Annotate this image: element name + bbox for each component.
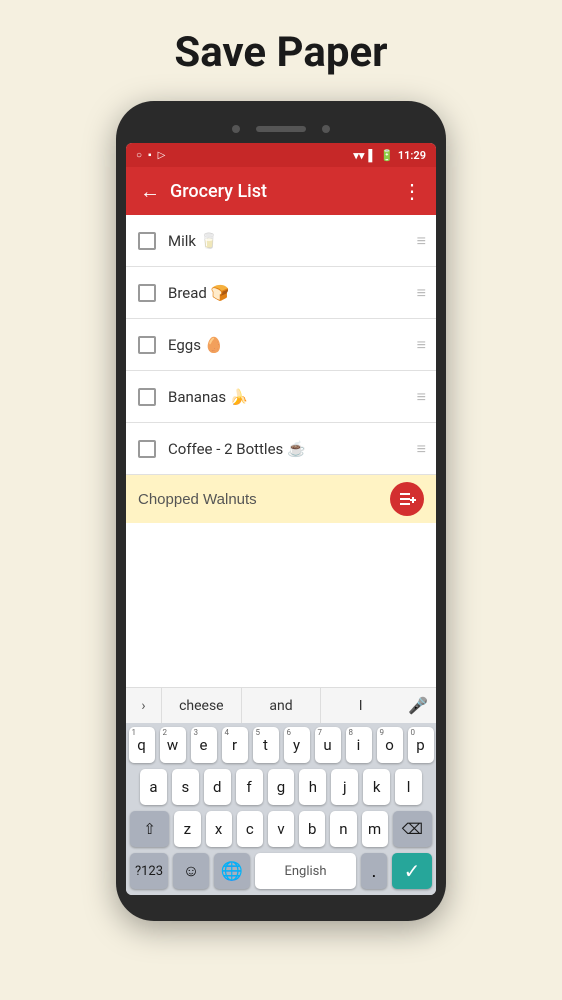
item-label-bananas: Bananas 🍌 [168,388,417,406]
emoji-key[interactable]: ☺ [173,853,209,889]
app-bar: ← Grocery List ⋮ [126,167,436,215]
item-label-eggs: Eggs 🥚 [168,336,417,354]
page-title: Save Paper [174,28,387,77]
key-u[interactable]: 7u [315,727,341,763]
list-item: Bread 🍞 ≡ [126,267,436,319]
status-left: ○ ▪ ▷ [136,150,165,161]
status-time: 11:29 [398,149,426,162]
key-f[interactable]: f [236,769,263,805]
keyboard-row-4: ?123 ☺ 🌐 English . ✓ [126,849,436,895]
symbols-key[interactable]: ?123 [130,853,168,889]
item-input[interactable] [138,491,390,508]
key-w[interactable]: 2w [160,727,186,763]
key-s[interactable]: s [172,769,199,805]
suggestion-word-2[interactable]: and [242,688,322,724]
signal-bars-icon: ▌ [368,149,376,162]
period-key[interactable]: . [361,853,387,889]
signal-icon: ○ [136,150,142,161]
checkbox-bananas[interactable] [138,388,156,406]
phone-top-bar [126,115,436,143]
keyboard-row-2: a s d f g h j k l [126,765,436,807]
key-i[interactable]: 8i [346,727,372,763]
checkbox-eggs[interactable] [138,336,156,354]
back-button[interactable]: ← [140,179,160,204]
space-key[interactable]: English [255,853,356,889]
suggestion-word-3[interactable]: I [321,688,400,724]
phone-frame: ○ ▪ ▷ ▾▾ ▌ 🔋 11:29 ← Grocery List ⋮ Mi [116,101,446,921]
key-o[interactable]: 9o [377,727,403,763]
enter-key[interactable]: ✓ [392,853,432,889]
key-x[interactable]: x [206,811,232,847]
globe-key[interactable]: 🌐 [214,853,250,889]
list-item: Eggs 🥚 ≡ [126,319,436,371]
key-m[interactable]: m [362,811,388,847]
sensor-dot [322,125,330,133]
camera-dot [232,125,240,133]
status-bar: ○ ▪ ▷ ▾▾ ▌ 🔋 11:29 [126,143,436,167]
drag-handle-coffee[interactable]: ≡ [417,439,424,459]
battery-small-icon: ▪ [148,150,152,161]
checkbox-coffee[interactable] [138,440,156,458]
drag-handle-bananas[interactable]: ≡ [417,387,424,407]
speaker-bar [256,126,306,132]
status-right: ▾▾ ▌ 🔋 11:29 [353,149,426,162]
key-e[interactable]: 3e [191,727,217,763]
suggestion-expand-button[interactable]: › [126,688,162,724]
key-c[interactable]: c [237,811,263,847]
phone-bottom-bar [126,895,436,907]
suggestion-bar: › cheese and I 🎤 [126,687,436,723]
add-item-button[interactable] [390,482,424,516]
wifi-icon: ▾▾ [353,149,364,162]
backspace-key[interactable]: ⌫ [393,811,432,847]
key-y[interactable]: 6y [284,727,310,763]
suggestion-words: cheese and I [162,688,400,724]
phone-screen: ○ ▪ ▷ ▾▾ ▌ 🔋 11:29 ← Grocery List ⋮ Mi [126,143,436,895]
keyboard-row-1: 1q 2w 3e 4r 5t 6y 7u 8i 9o 0p [126,723,436,765]
play-icon: ▷ [158,150,166,161]
app-bar-title: Grocery List [170,181,267,202]
battery-icon: 🔋 [380,149,394,162]
list-item: Bananas 🍌 ≡ [126,371,436,423]
key-a[interactable]: a [140,769,167,805]
list-item: Milk 🥛 ≡ [126,215,436,267]
app-bar-left: ← Grocery List [140,179,267,204]
shift-key[interactable]: ⇧ [130,811,169,847]
key-l[interactable]: l [395,769,422,805]
keyboard: 1q 2w 3e 4r 5t 6y 7u 8i 9o 0p a s d f g … [126,723,436,895]
key-d[interactable]: d [204,769,231,805]
keyboard-row-3: ⇧ z x c v b n m ⌫ [126,807,436,849]
key-v[interactable]: v [268,811,294,847]
drag-handle-bread[interactable]: ≡ [417,283,424,303]
key-z[interactable]: z [174,811,200,847]
item-label-milk: Milk 🥛 [168,232,417,250]
more-options-button[interactable]: ⋮ [402,179,422,203]
mic-button[interactable]: 🎤 [400,688,436,724]
key-t[interactable]: 5t [253,727,279,763]
key-h[interactable]: h [299,769,326,805]
item-label-bread: Bread 🍞 [168,284,417,302]
key-k[interactable]: k [363,769,390,805]
grocery-list: Milk 🥛 ≡ Bread 🍞 ≡ Eggs 🥚 ≡ Bananas 🍌 ≡ [126,215,436,687]
checkbox-bread[interactable] [138,284,156,302]
list-item: Coffee - 2 Bottles ☕ ≡ [126,423,436,475]
key-p[interactable]: 0p [408,727,434,763]
key-g[interactable]: g [268,769,295,805]
suggestion-word-1[interactable]: cheese [162,688,242,724]
checkbox-milk[interactable] [138,232,156,250]
input-row [126,475,436,523]
key-b[interactable]: b [299,811,325,847]
drag-handle-milk[interactable]: ≡ [417,231,424,251]
add-list-icon [398,492,416,506]
key-r[interactable]: 4r [222,727,248,763]
key-q[interactable]: 1q [129,727,155,763]
key-n[interactable]: n [330,811,356,847]
key-j[interactable]: j [331,769,358,805]
item-label-coffee: Coffee - 2 Bottles ☕ [168,440,417,458]
drag-handle-eggs[interactable]: ≡ [417,335,424,355]
